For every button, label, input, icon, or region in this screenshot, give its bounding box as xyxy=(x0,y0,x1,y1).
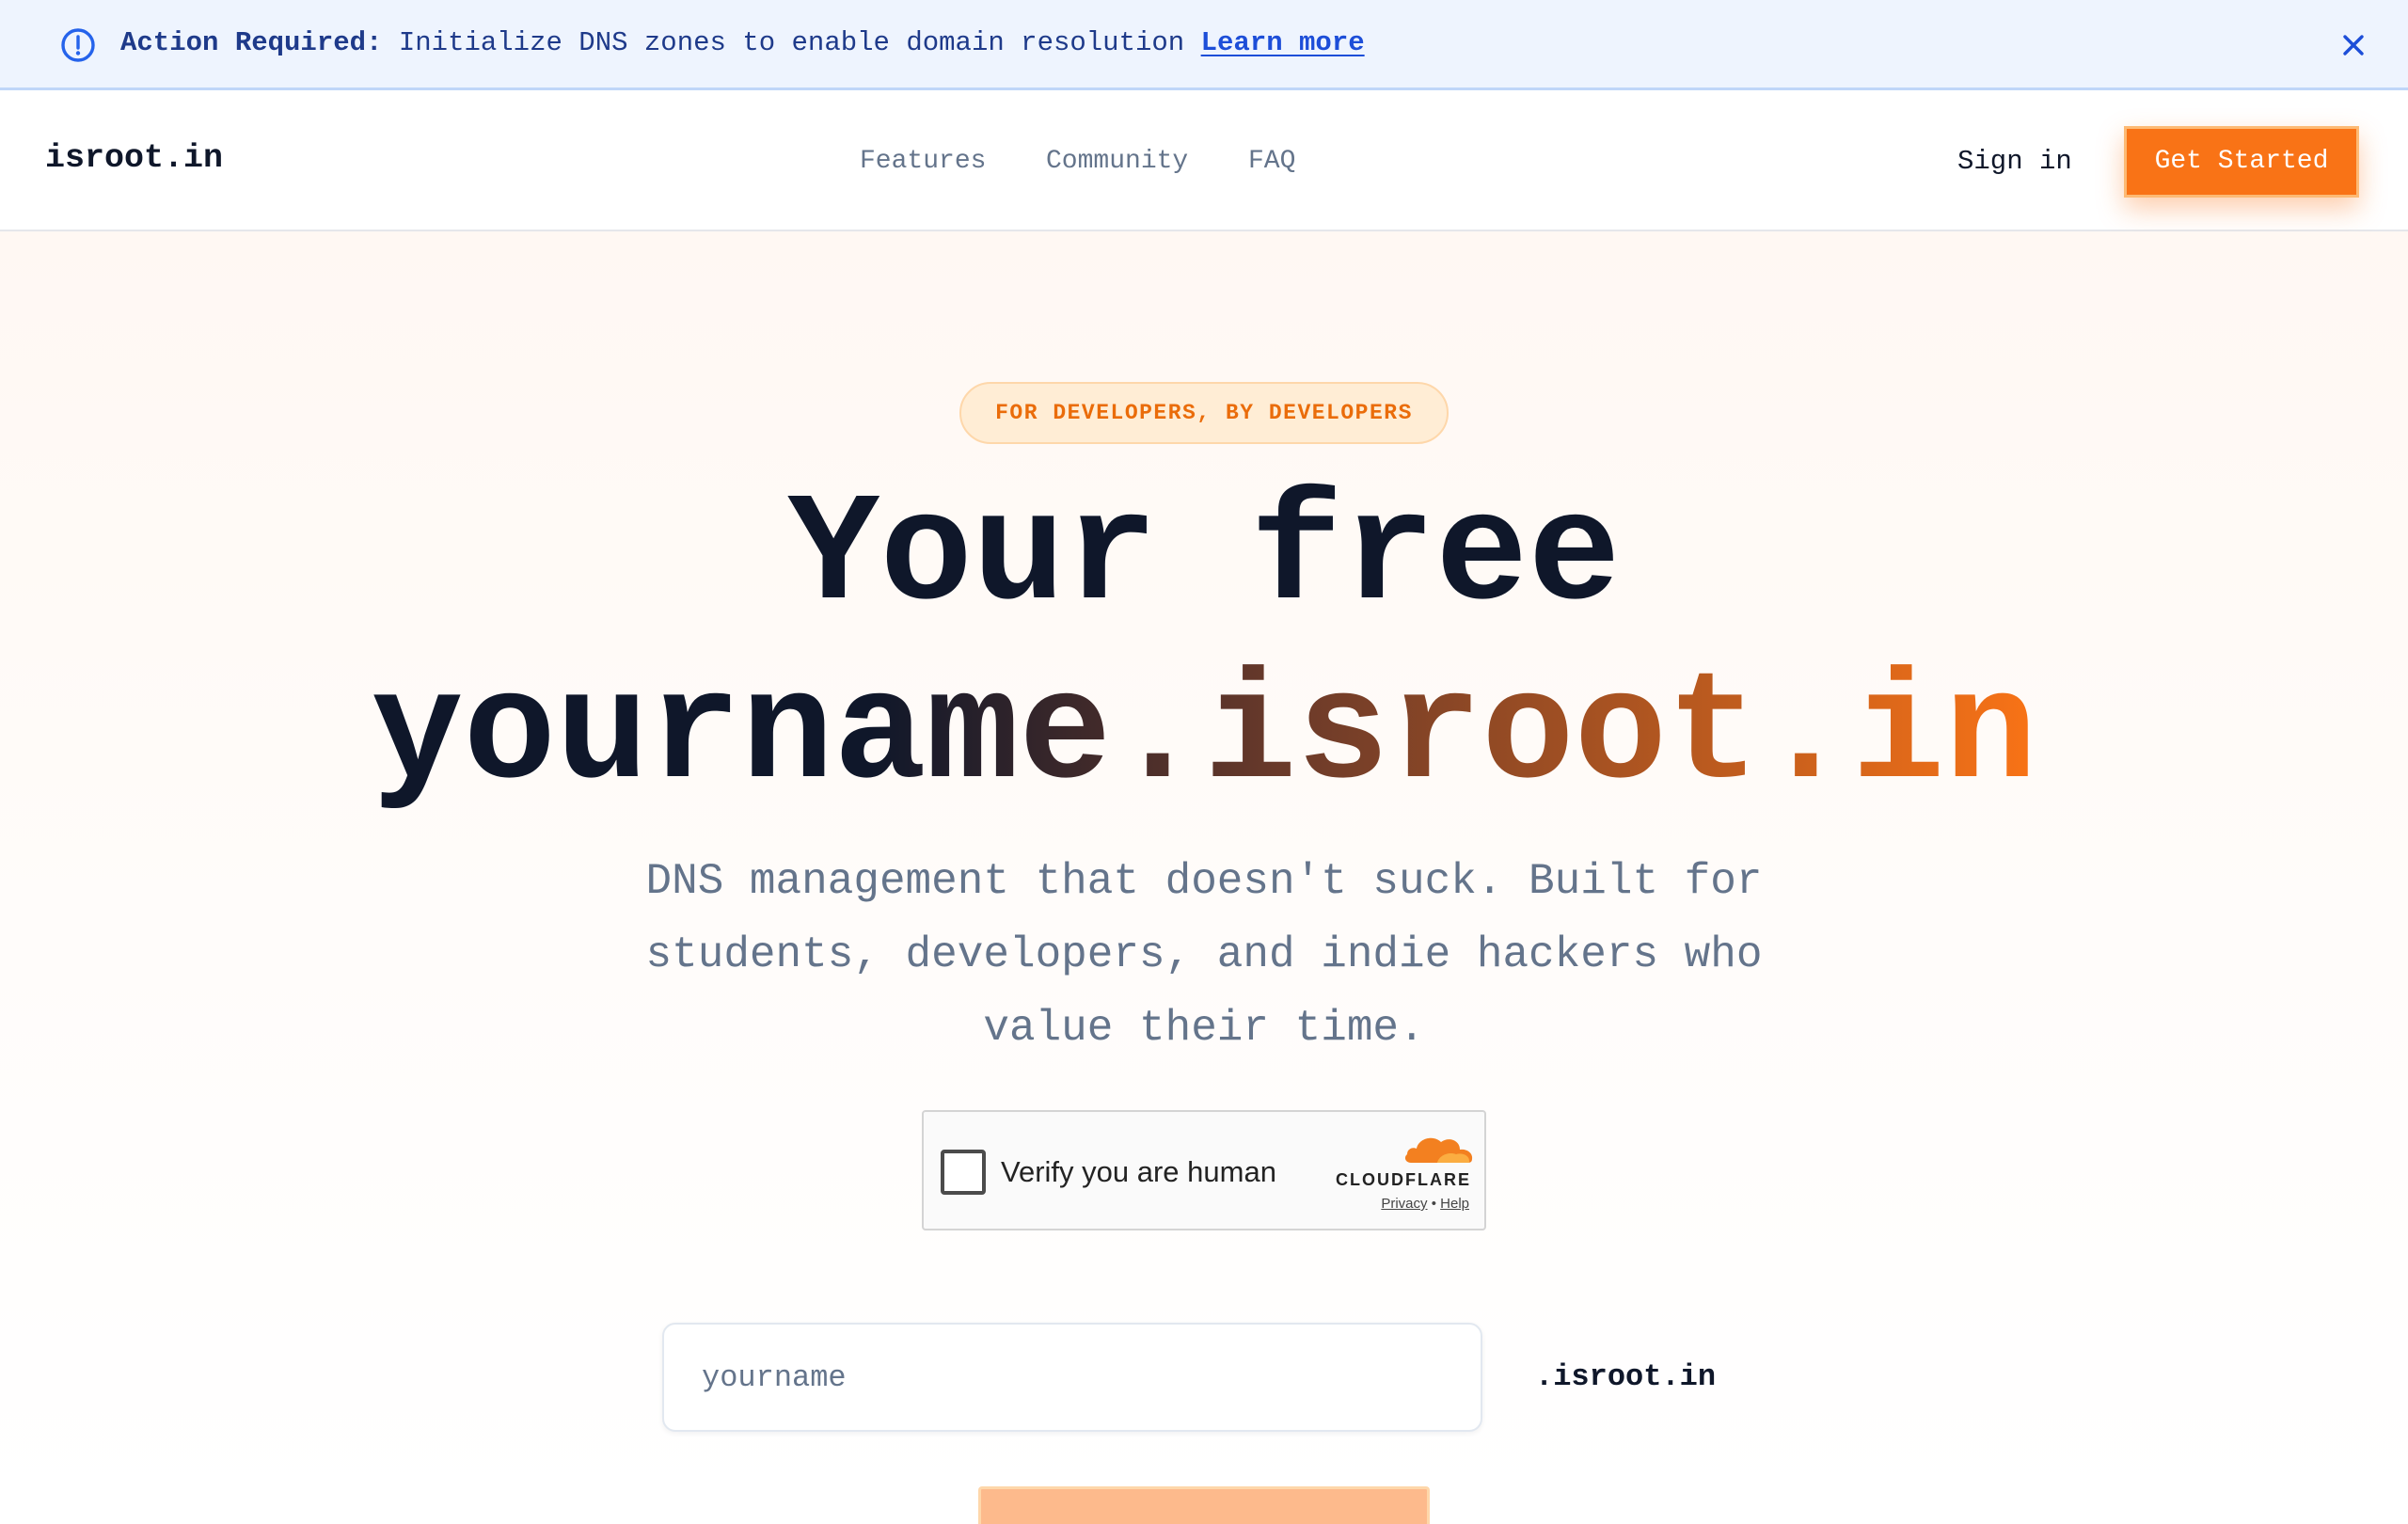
captcha-label: Verify you are human xyxy=(1001,1155,1276,1188)
close-icon[interactable] xyxy=(2335,26,2372,64)
alert-banner: Action Required: Initialize DNS zones to… xyxy=(0,0,2408,90)
captcha-checkbox[interactable] xyxy=(941,1150,986,1195)
learn-more-link[interactable]: Learn more xyxy=(1201,27,1365,58)
alert-message-line: Action Required: Initialize DNS zones to… xyxy=(120,24,1365,62)
captcha-privacy-link[interactable]: Privacy xyxy=(1381,1196,1427,1212)
nav-link-faq[interactable]: FAQ xyxy=(1248,143,1295,181)
nav-link-community[interactable]: Community xyxy=(1046,143,1188,181)
subdomain-input[interactable] xyxy=(662,1323,1482,1432)
alert-title: Action Required: xyxy=(120,27,383,58)
claim-domain-button[interactable] xyxy=(978,1486,1430,1524)
exclamation-circle-icon xyxy=(61,28,95,62)
captcha-link-separator: • xyxy=(1431,1196,1436,1212)
site-header: isroot.in Features Community FAQ Sign in… xyxy=(0,90,2408,231)
get-started-button[interactable]: Get Started xyxy=(2124,126,2359,198)
hero-title-domain: yourname.isroot.in xyxy=(371,648,2037,823)
hero-title-line-1: Your free xyxy=(787,469,1621,644)
domain-suffix: .isroot.in xyxy=(1535,1359,1717,1394)
hero-title-line-2: yourname.isroot.in xyxy=(0,651,2408,820)
hero-subtitle: DNS management that doesn't suck. Built … xyxy=(645,857,1763,1053)
captcha-brand: CLOUDFLARE xyxy=(1336,1170,1471,1189)
sign-in-link[interactable]: Sign in xyxy=(1957,143,2072,181)
captcha-widget: Verify you are human CLOUDFLARE Privacy … xyxy=(922,1110,1486,1230)
captcha-links: Privacy • Help xyxy=(1381,1195,1469,1214)
captcha-help-link[interactable]: Help xyxy=(1440,1196,1469,1212)
hero-section: FOR DEVELOPERS, BY DEVELOPERS Your free … xyxy=(0,231,2408,1524)
alert-message: Initialize DNS zones to enable domain re… xyxy=(398,27,1185,58)
nav-link-features[interactable]: Features xyxy=(860,143,986,181)
audience-badge: FOR DEVELOPERS, BY DEVELOPERS xyxy=(959,382,1449,444)
cloudflare-cloud-icon xyxy=(1404,1137,1473,1163)
